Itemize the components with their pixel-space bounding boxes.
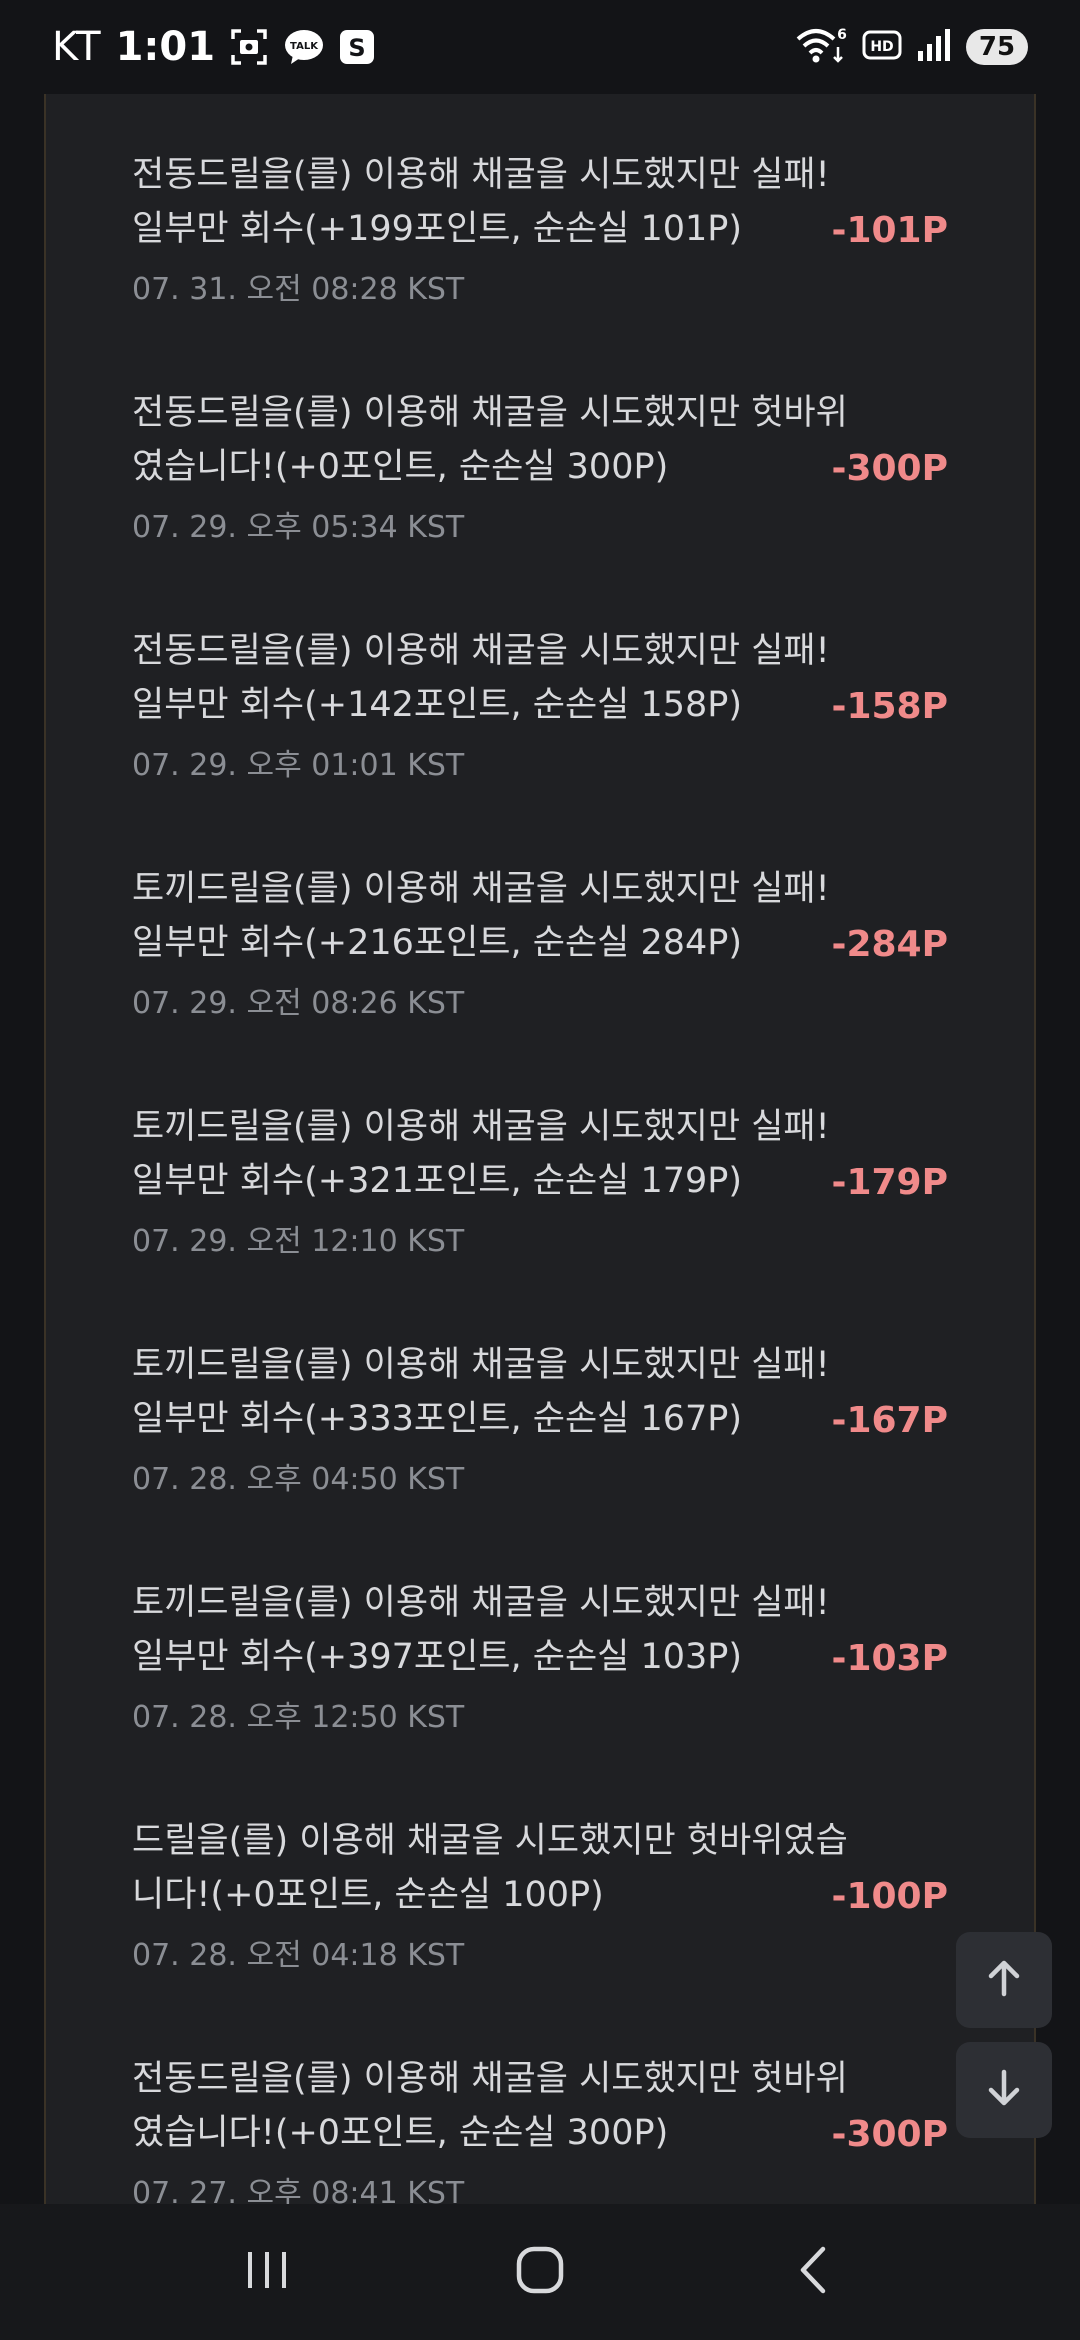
scroll-to-top-button[interactable] — [956, 1932, 1052, 2028]
history-item-description: 토끼드릴을(를) 이용해 채굴을 시도했지만 실패! 일부만 회수(+397포인… — [132, 1583, 830, 1677]
history-item: 전동드릴을(를) 이용해 채굴을 시도했지만 헛바위였습니다!(+0포인트, 순… — [46, 386, 1034, 624]
home-icon — [515, 2245, 565, 2299]
history-item-amount: -158P — [831, 686, 948, 727]
history-item-description: 드릴을(를) 이용해 채굴을 시도했지만 헛바위였습니다!(+0포인트, 순손실… — [132, 1821, 848, 1915]
history-item: 전동드릴을(를) 이용해 채굴을 시도했지만 실패! 일부만 회수(+142포인… — [46, 624, 1034, 862]
history-item-date: 07. 31. 오전 08:28 KST — [132, 272, 465, 307]
battery-indicator: 75 — [966, 29, 1028, 65]
history-item-description: 전동드릴을(를) 이용해 채굴을 시도했지만 실패! 일부만 회수(+199포인… — [132, 155, 830, 249]
history-item: 토끼드릴을(를) 이용해 채굴을 시도했지만 실패! 일부만 회수(+321포인… — [46, 1100, 1034, 1338]
history-item-amount: -179P — [831, 1162, 948, 1203]
history-item-amount: -284P — [831, 924, 948, 965]
status-icons: 6 HD 75 — [794, 25, 1028, 69]
history-item-date: 07. 29. 오전 08:26 KST — [132, 986, 465, 1021]
recents-icon — [242, 2248, 292, 2296]
kakaotalk-icon: TALK — [283, 27, 325, 67]
history-item-date: 07. 28. 오전 04:18 KST — [132, 1938, 465, 1973]
history-item-description: 토끼드릴을(를) 이용해 채굴을 시도했지만 실패! 일부만 회수(+321포인… — [132, 1107, 830, 1201]
wifi-icon: 6 — [794, 25, 848, 69]
arrow-up-icon — [982, 1956, 1026, 2004]
history-card: 전동드릴을(를) 이용해 채굴을 시도했지만 실패! 일부만 회수(+199포인… — [44, 94, 1036, 2204]
scroll-to-bottom-button[interactable] — [956, 2042, 1052, 2138]
back-icon — [791, 2245, 835, 2299]
points-history-page: 전동드릴을(를) 이용해 채굴을 시도했지만 실패! 일부만 회수(+199포인… — [0, 94, 1080, 2204]
wifi-badge-text: 6 — [837, 27, 847, 43]
history-item-description: 전동드릴을(를) 이용해 채굴을 시도했지만 실패! 일부만 회수(+142포인… — [132, 631, 830, 725]
arrow-down-icon — [982, 2066, 1026, 2114]
recents-button[interactable] — [212, 2232, 322, 2312]
screenshot-icon — [229, 27, 269, 67]
history-item-amount: -101P — [831, 210, 948, 251]
history-item-date: 07. 27. 오후 08:41 KST — [132, 2176, 465, 2204]
system-navigation-bar — [0, 2204, 1080, 2340]
talk-badge-text: TALK — [290, 41, 319, 52]
status-bar: KT 1:01 TALK S 6 HD 75 — [0, 0, 1080, 94]
history-item-amount: -100P — [831, 1876, 948, 1917]
history-item-date: 07. 28. 오후 12:50 KST — [132, 1700, 465, 1735]
history-item: 전동드릴을(를) 이용해 채굴을 시도했지만 헛바위였습니다!(+0포인트, 순… — [46, 2052, 1034, 2204]
history-item-amount: -167P — [831, 1400, 948, 1441]
s-app-icon: S — [339, 29, 375, 65]
history-item-description: 전동드릴을(를) 이용해 채굴을 시도했지만 헛바위였습니다!(+0포인트, 순… — [132, 393, 848, 487]
history-item-date: 07. 29. 오후 01:01 KST — [132, 748, 465, 783]
s-badge-text: S — [348, 34, 365, 62]
hd-badge-text: HD — [870, 39, 893, 55]
history-item-date: 07. 29. 오전 12:10 KST — [132, 1224, 465, 1259]
history-item-description: 토끼드릴을(를) 이용해 채굴을 시도했지만 실패! 일부만 회수(+333포인… — [132, 1345, 830, 1439]
home-button[interactable] — [485, 2232, 595, 2312]
signal-icon — [916, 27, 952, 67]
history-item-description: 토끼드릴을(를) 이용해 채굴을 시도했지만 실패! 일부만 회수(+216포인… — [132, 869, 830, 963]
history-item-date: 07. 29. 오후 05:34 KST — [132, 510, 465, 545]
history-item: 토끼드릴을(를) 이용해 채굴을 시도했지만 실패! 일부만 회수(+333포인… — [46, 1338, 1034, 1576]
history-item: 토끼드릴을(를) 이용해 채굴을 시도했지만 실패! 일부만 회수(+397포인… — [46, 1576, 1034, 1814]
hd-voice-icon: HD — [862, 29, 902, 65]
clock: 1:01 — [115, 24, 216, 70]
history-item-amount: -300P — [831, 2114, 948, 2155]
history-item-date: 07. 28. 오후 04:50 KST — [132, 1462, 465, 1497]
history-item-amount: -300P — [831, 448, 948, 489]
history-list[interactable]: 전동드릴을(를) 이용해 채굴을 시도했지만 실패! 일부만 회수(+199포인… — [46, 148, 1034, 2204]
history-item-description: 전동드릴을(를) 이용해 채굴을 시도했지만 헛바위였습니다!(+0포인트, 순… — [132, 2059, 848, 2153]
history-item: 드릴을(를) 이용해 채굴을 시도했지만 헛바위였습니다!(+0포인트, 순손실… — [46, 1814, 1034, 2052]
history-item-amount: -103P — [831, 1638, 948, 1679]
history-item: 전동드릴을(를) 이용해 채굴을 시도했지만 실패! 일부만 회수(+199포인… — [46, 148, 1034, 386]
history-item: 토끼드릴을(를) 이용해 채굴을 시도했지만 실패! 일부만 회수(+216포인… — [46, 862, 1034, 1100]
back-button[interactable] — [758, 2232, 868, 2312]
carrier-label: KT — [52, 24, 102, 70]
